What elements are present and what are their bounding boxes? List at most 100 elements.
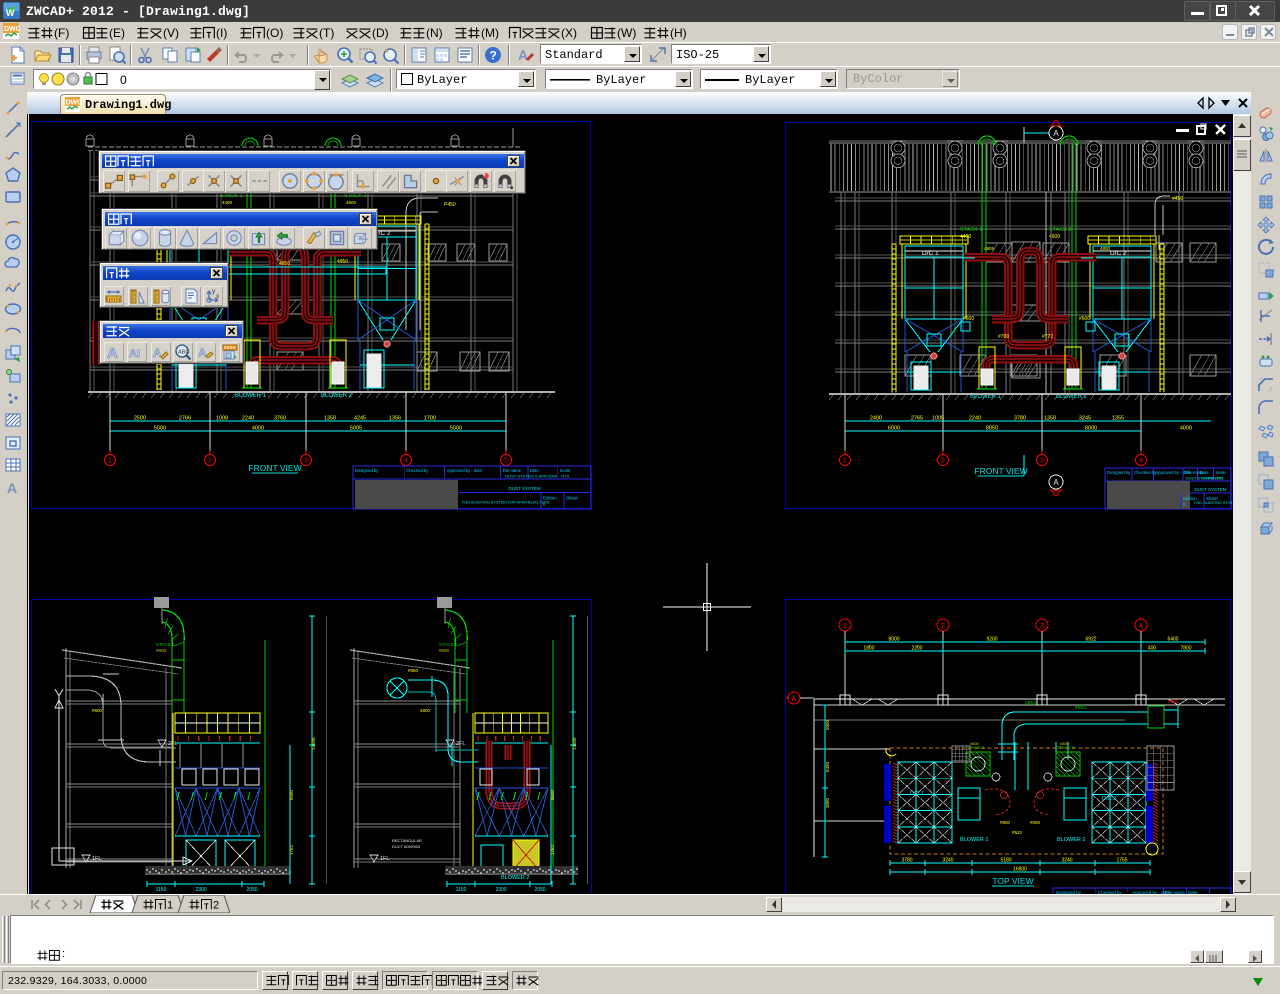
- svg-text:#772: #772: [1042, 334, 1053, 340]
- svg-text:1762: 1762: [550, 844, 555, 855]
- svg-text:5000: 5000: [154, 426, 166, 432]
- svg-text:4850: 4850: [279, 261, 290, 267]
- svg-text:8050: 8050: [986, 426, 998, 432]
- svg-text:1: 1: [843, 458, 847, 465]
- svg-text:4000: 4000: [252, 426, 264, 432]
- svg-text:5000: 5000: [825, 719, 830, 730]
- svg-text:2050: 2050: [534, 887, 545, 893]
- svg-text:1700: 1700: [424, 416, 436, 422]
- svg-text:2: 2: [208, 458, 212, 465]
- svg-text:#800: #800: [1060, 741, 1070, 746]
- svg-text:2300: 2300: [195, 887, 206, 893]
- svg-text:1: 1: [167, 900, 173, 911]
- svg-text:STACK 1: STACK 1: [960, 227, 983, 233]
- svg-text:1008: 1008: [216, 416, 228, 422]
- svg-text:13500: 13500: [572, 737, 577, 750]
- svg-text:4: 4: [1139, 458, 1143, 465]
- svg-text:A: A: [7, 480, 17, 496]
- svg-text:Date: Date: [1200, 470, 1210, 475]
- svg-text:4600: 4600: [346, 200, 357, 205]
- svg-text:DWG: DWG: [66, 100, 82, 107]
- svg-text:3240: 3240: [1061, 858, 1072, 864]
- svg-text:4: 4: [404, 458, 408, 465]
- svg-text:FGD BLASTING SYSTEM FOR SPKR B: FGD BLASTING SYSTEM FOR SPKR BLDG / DPS: [462, 501, 550, 505]
- svg-text:4: 4: [1139, 623, 1143, 630]
- svg-text:8500: 8500: [550, 789, 555, 800]
- svg-text:TOP VIEW: TOP VIEW: [992, 876, 1033, 886]
- svg-text:W: W: [6, 8, 15, 18]
- svg-text:4400: 4400: [960, 234, 971, 240]
- svg-text:1755: 1755: [1116, 858, 1127, 864]
- svg-text:3245: 3245: [1079, 416, 1091, 422]
- svg-text:?: ?: [490, 49, 497, 63]
- svg-text:4245: 4245: [354, 416, 366, 422]
- svg-text:DUST SYSTEM: DUST SYSTEM: [1195, 487, 1227, 492]
- svg-text:8000: 8000: [1085, 426, 1097, 432]
- svg-text:Approved by - date: Approved by - date: [447, 468, 483, 473]
- svg-text:5180: 5180: [1000, 858, 1011, 864]
- svg-text:BLOWER 2: BLOWER 2: [1057, 837, 1085, 843]
- svg-text:3: 3: [1040, 623, 1044, 630]
- svg-text:2: 2: [941, 458, 945, 465]
- svg-text:DUST SYSTEM: DUST SYSTEM: [505, 474, 533, 479]
- svg-text:2FL: 2FL: [456, 741, 465, 747]
- svg-text:DUST SYSTEM: DUST SYSTEM: [509, 486, 541, 491]
- svg-text:Sheet: Sheet: [566, 496, 579, 501]
- svg-text:2240: 2240: [969, 416, 981, 422]
- svg-text:2240: 2240: [242, 416, 254, 422]
- svg-text:BLOWER 2: BLOWER 2: [321, 393, 353, 399]
- svg-text:2: 2: [941, 623, 945, 630]
- svg-text:Scale: Scale: [1215, 470, 1226, 475]
- svg-text:16800: 16800: [1013, 867, 1027, 873]
- svg-text:6450: 6450: [825, 761, 830, 772]
- svg-text:BLOWER 1: BLOWER 1: [960, 837, 988, 843]
- svg-text:Edition: Edition: [1183, 496, 1197, 501]
- svg-text:FRONT VIEW: FRONT VIEW: [974, 466, 1027, 476]
- svg-text:1356: 1356: [389, 416, 401, 422]
- svg-text:#600: #600: [156, 648, 167, 653]
- svg-text:#600: #600: [963, 316, 974, 322]
- svg-text:#850: #850: [1075, 705, 1086, 711]
- svg-text:#860: #860: [408, 668, 419, 673]
- svg-text:4800: 4800: [1100, 246, 1111, 251]
- svg-text:2765: 2765: [911, 416, 923, 422]
- svg-text:#450: #450: [1172, 196, 1183, 202]
- svg-text:3: 3: [304, 458, 308, 465]
- svg-text:File name: File name: [503, 468, 522, 473]
- svg-text:A: A: [1053, 129, 1059, 138]
- svg-text:A: A: [1053, 478, 1059, 487]
- svg-text:D/C 2: D/C 2: [1102, 796, 1116, 802]
- svg-text:ABC: ABC: [178, 350, 189, 356]
- svg-text:2500: 2500: [134, 416, 146, 422]
- svg-text:5: 5: [504, 458, 508, 465]
- svg-text:#600: #600: [92, 708, 103, 713]
- svg-text:#522: #522: [1012, 830, 1023, 835]
- svg-text:D/C 2: D/C 2: [1110, 250, 1127, 257]
- svg-text:DWG: DWG: [4, 26, 20, 33]
- svg-text:P450: P450: [444, 202, 456, 208]
- svg-text:1: 1: [108, 458, 112, 465]
- svg-text:#600: #600: [1030, 820, 1041, 825]
- svg-text:D/C 1: D/C 1: [910, 791, 924, 797]
- svg-text:NTS: NTS: [1215, 476, 1223, 481]
- svg-text:6400: 6400: [1167, 637, 1178, 643]
- svg-text:#600: #600: [439, 648, 450, 653]
- svg-text:3780: 3780: [901, 858, 912, 864]
- svg-text:3: 3: [1040, 458, 1044, 465]
- svg-text:8500: 8500: [289, 789, 294, 800]
- svg-text:x: x: [216, 293, 220, 300]
- svg-text:1350: 1350: [324, 416, 336, 422]
- svg-text:13500: 13500: [311, 737, 316, 750]
- svg-text:4805: 4805: [984, 246, 995, 251]
- svg-text:Edition: Edition: [543, 496, 557, 501]
- svg-text:4000: 4000: [1180, 426, 1192, 432]
- svg-text:9200: 9200: [986, 637, 997, 643]
- svg-text:1: 1: [843, 623, 847, 630]
- svg-text:6922: 6922: [1085, 637, 1096, 643]
- svg-text:2050: 2050: [246, 887, 257, 893]
- svg-text:3080: 3080: [825, 797, 830, 808]
- svg-text:1150: 1150: [156, 887, 167, 893]
- svg-text:BLOWER 2: BLOWER 2: [501, 875, 529, 881]
- svg-text:1FL: 1FL: [380, 856, 389, 862]
- svg-text:NTS: NTS: [561, 474, 569, 479]
